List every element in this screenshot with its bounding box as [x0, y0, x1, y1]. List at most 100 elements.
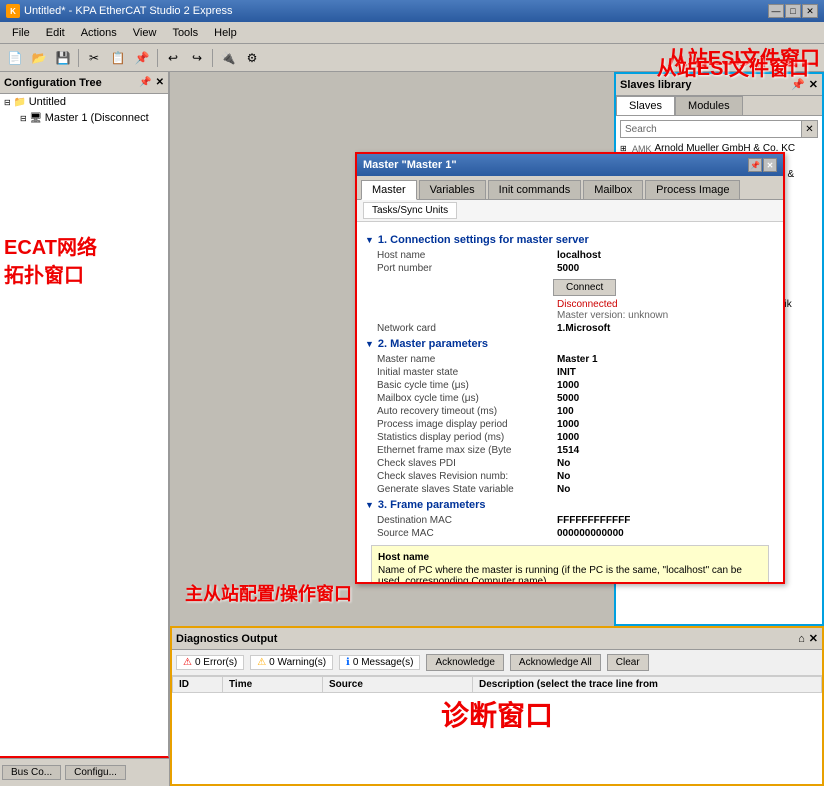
- menu-bar: File Edit Actions View Tools Help: [0, 22, 824, 44]
- menu-file[interactable]: File: [4, 25, 38, 41]
- new-button[interactable]: 📄: [4, 47, 26, 69]
- errors-count: 0 Error(s): [195, 657, 237, 668]
- config-tree-close[interactable]: ✕: [156, 77, 164, 88]
- menu-edit[interactable]: Edit: [38, 25, 73, 41]
- tooltip-text: Name of PC where the master is running (…: [378, 565, 762, 582]
- value-processimage: 1000: [557, 419, 579, 430]
- slaves-pin[interactable]: 📌: [791, 78, 805, 91]
- acknowledge-button[interactable]: Acknowledge: [426, 654, 503, 671]
- label-framesize: Ethernet frame max size (Byte: [377, 445, 557, 456]
- value-mastername: Master 1: [557, 354, 598, 365]
- title-bar: K Untitled* - KPA EtherCAT Studio 2 Expr…: [0, 0, 824, 22]
- messages-badge[interactable]: ℹ 0 Message(s): [339, 655, 420, 670]
- open-button[interactable]: 📂: [28, 47, 50, 69]
- menu-actions[interactable]: Actions: [73, 25, 125, 41]
- copy-button[interactable]: 📋: [107, 47, 129, 69]
- value-statsperiod: 1000: [557, 432, 579, 443]
- warning-icon: ⚠: [257, 657, 266, 668]
- row-basiccycle: Basic cycle time (μs) 1000: [365, 380, 775, 391]
- row-statsperiod: Statistics display period (ms) 1000: [365, 432, 775, 443]
- tree-item-master[interactable]: ⊟ 🖥 Master 1 (Disconnect: [0, 110, 168, 126]
- clear-button[interactable]: Clear: [607, 654, 649, 671]
- diag-close[interactable]: ✕: [809, 632, 818, 645]
- menu-help[interactable]: Help: [206, 25, 245, 41]
- value-port: 5000: [557, 263, 579, 274]
- col-time: Time: [223, 677, 323, 693]
- label-autorecovery: Auto recovery timeout (ms): [377, 406, 557, 417]
- acknowledge-all-button[interactable]: Acknowledge All: [510, 654, 601, 671]
- sub-tab-tasks[interactable]: Tasks/Sync Units: [363, 202, 457, 219]
- minimize-button[interactable]: —: [768, 4, 784, 18]
- bus-tab[interactable]: Bus Co...: [2, 765, 61, 780]
- master-version: Master version: unknown: [365, 310, 775, 321]
- section-expand-2[interactable]: ▼: [365, 339, 374, 349]
- label-genstate: Generate slaves State variable: [377, 484, 557, 495]
- search-clear-btn[interactable]: ✕: [802, 120, 818, 138]
- undo-button[interactable]: ↩: [162, 47, 184, 69]
- save-button[interactable]: 💾: [52, 47, 74, 69]
- settings-button[interactable]: ⚙: [241, 47, 263, 69]
- slaves-tab-slaves[interactable]: Slaves: [616, 96, 675, 115]
- label-mastername: Master name: [377, 354, 557, 365]
- label-processimage: Process image display period: [377, 419, 557, 430]
- config-tree-container: Configuration Tree 📌 ✕ ⊟ 📁 Untitled ⊟ 🖥 …: [0, 72, 169, 758]
- tree-expand-master[interactable]: ⊟: [20, 114, 27, 123]
- maximize-button[interactable]: □: [785, 4, 801, 18]
- connect-button-master[interactable]: Connect: [553, 279, 616, 296]
- row-netcard: Network card 1.Microsoft: [365, 323, 775, 334]
- value-checkrev: No: [557, 471, 570, 482]
- tab-mailbox[interactable]: Mailbox: [583, 180, 643, 199]
- close-button[interactable]: ✕: [802, 4, 818, 18]
- connect-btn-row: Connect: [373, 277, 775, 298]
- slaves-close[interactable]: ✕: [809, 78, 818, 91]
- section-expand-3[interactable]: ▼: [365, 500, 374, 510]
- config-tree-header: Configuration Tree 📌 ✕: [0, 72, 168, 94]
- tab-variables[interactable]: Variables: [419, 180, 486, 199]
- win-close-btn[interactable]: ✕: [763, 158, 777, 172]
- config-tree-pin[interactable]: 📌: [139, 77, 151, 88]
- config-tree-content: ⊟ 📁 Untitled ⊟ 🖥 Master 1 (Disconnect: [0, 94, 168, 756]
- annotation-diag-label: 诊断窗口: [441, 694, 553, 734]
- tab-process-image[interactable]: Process Image: [645, 180, 740, 199]
- app-wrapper: K Untitled* - KPA EtherCAT Studio 2 Expr…: [0, 0, 824, 786]
- col-source: Source: [323, 677, 473, 693]
- menu-view[interactable]: View: [125, 25, 165, 41]
- tooltip-title: Host name: [378, 552, 762, 563]
- redo-button[interactable]: ↪: [186, 47, 208, 69]
- search-input[interactable]: [620, 120, 802, 138]
- title-bar-controls: — □ ✕: [768, 4, 818, 18]
- warnings-badge[interactable]: ⚠ 0 Warning(s): [250, 655, 333, 670]
- annotation-master: 主从站配置/操作窗口: [185, 580, 352, 606]
- errors-badge[interactable]: ⚠ 0 Error(s): [176, 655, 244, 670]
- left-bottom-area: Bus Co... Configu...: [0, 758, 169, 786]
- slaves-tab-modules[interactable]: Modules: [675, 96, 743, 115]
- value-framesize: 1514: [557, 445, 579, 456]
- value-initstate: INIT: [557, 367, 576, 378]
- row-framesize: Ethernet frame max size (Byte 1514: [365, 445, 775, 456]
- menu-tools[interactable]: Tools: [164, 25, 206, 41]
- label-statsperiod: Statistics display period (ms): [377, 432, 557, 443]
- row-srcmac: Source MAC 000000000000: [365, 528, 775, 539]
- master-window-title-text: Master "Master 1": [363, 159, 748, 171]
- col-desc: Description (select the trace line from: [473, 677, 822, 693]
- master-content: ▼ 1. Connection settings for master serv…: [357, 222, 783, 582]
- toolbar-sep-3: [212, 49, 213, 67]
- messages-count: 0 Message(s): [353, 657, 414, 668]
- win-pin-btn[interactable]: 📌: [748, 158, 762, 172]
- tab-init-commands[interactable]: Init commands: [488, 180, 582, 199]
- tree-expand-root[interactable]: ⊟: [4, 98, 11, 107]
- tab-master[interactable]: Master: [361, 180, 417, 200]
- tree-item-root[interactable]: ⊟ 📁 Untitled: [0, 94, 168, 110]
- content-wrapper: Configuration Tree 📌 ✕ ⊟ 📁 Untitled ⊟ 🖥 …: [0, 72, 824, 786]
- diag-toolbar: ⚠ 0 Error(s) ⚠ 0 Warning(s) ℹ 0 Message(…: [172, 650, 822, 676]
- diag-pin[interactable]: ⌂: [798, 633, 805, 645]
- paste-button[interactable]: 📌: [131, 47, 153, 69]
- center-right: Master "Master 1" 📌 ✕ Master Variables I…: [170, 72, 824, 786]
- cut-button[interactable]: ✂: [83, 47, 105, 69]
- section-expand-1[interactable]: ▼: [365, 235, 374, 245]
- row-port: Port number 5000: [365, 263, 775, 274]
- connect-button[interactable]: 🔌: [217, 47, 239, 69]
- tree-root-icon: 📁: [13, 95, 27, 109]
- config-tab[interactable]: Configu...: [65, 765, 126, 780]
- value-checkpdi: No: [557, 458, 570, 469]
